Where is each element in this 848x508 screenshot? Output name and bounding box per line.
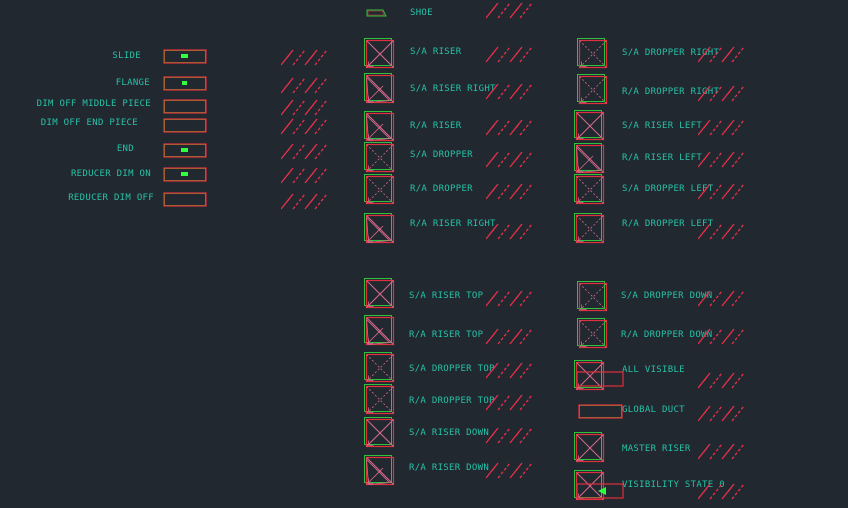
hatch-sa-riser-left xyxy=(698,118,744,136)
hatch-sa-riser-top xyxy=(486,289,532,307)
ra-riser-top-symbol[interactable] xyxy=(364,315,398,349)
hatch-sa-dropper xyxy=(486,150,532,168)
label-ra-riser: R/A RISER xyxy=(410,121,462,131)
ra-riser-symbol[interactable] xyxy=(364,111,398,145)
sa-riser-symbol[interactable] xyxy=(364,38,398,72)
reducer-dim-on-block[interactable] xyxy=(163,167,208,183)
hatch-dim-mid xyxy=(281,98,327,116)
label-sa-riser-top: S/A RISER TOP xyxy=(409,291,484,301)
hatch-all-visible xyxy=(698,371,744,389)
label-sa-riser-down: S/A RISER DOWN xyxy=(409,428,490,438)
label-ra-dropper: R/A DROPPER xyxy=(410,184,473,194)
slide-block[interactable] xyxy=(163,49,208,65)
hatch-sa-dropper-down xyxy=(698,289,744,307)
label-ra-dropper-top: R/A DROPPER TOP xyxy=(409,396,495,406)
label-sa-dropper: S/A DROPPER xyxy=(410,150,473,160)
label-ra-riser-down: R/A RISER DOWN xyxy=(409,463,490,473)
label-sa-riser-right: S/A RISER RIGHT xyxy=(410,84,496,94)
label-dim-off-end-piece: DIM OFF END PIECE xyxy=(40,118,138,128)
label-shoe: SHOE xyxy=(410,8,433,18)
hatch-end xyxy=(281,142,327,160)
hatch-sa-riser-down xyxy=(486,426,532,444)
hatch-flange xyxy=(281,76,327,94)
ra-dropper-right-symbol[interactable] xyxy=(577,74,611,108)
dim-off-middle-block[interactable] xyxy=(163,99,208,115)
label-ra-riser-left: R/A RISER LEFT xyxy=(622,153,703,163)
label-ra-riser-right: R/A RISER RIGHT xyxy=(410,219,496,229)
label-master-riser: MASTER RISER xyxy=(622,444,691,454)
sa-dropper-down-symbol[interactable] xyxy=(577,281,611,315)
hatch-ra-dropper-left xyxy=(698,222,744,240)
label-reducer-dim-on: REDUCER DIM ON xyxy=(70,169,151,179)
shoe-symbol[interactable] xyxy=(366,9,388,18)
label-ra-riser-top: R/A RISER TOP xyxy=(409,330,484,340)
hatch-ra-riser-down xyxy=(486,461,532,479)
sa-dropper-symbol[interactable] xyxy=(364,142,398,176)
label-all-visible: ALL VISIBLE xyxy=(622,365,685,375)
label-sa-riser-left: S/A RISER LEFT xyxy=(622,121,703,131)
label-sa-dropper-top: S/A DROPPER TOP xyxy=(409,364,495,374)
ra-riser-right-symbol[interactable] xyxy=(364,213,398,247)
sa-riser-top-symbol[interactable] xyxy=(364,278,398,312)
hatch-red-off xyxy=(281,192,327,210)
sa-riser-left-symbol[interactable] xyxy=(574,110,608,144)
ra-dropper-left-symbol[interactable] xyxy=(574,213,608,247)
all-visible-overlay xyxy=(576,371,626,389)
hatch-sa-dropper-top xyxy=(486,361,532,379)
hatch-ra-dropper-top xyxy=(486,393,532,411)
visibility-state-0-overlay xyxy=(576,483,626,501)
hatch-dim-end xyxy=(281,117,327,135)
hatch-sa-riser xyxy=(486,45,532,63)
ra-riser-left-symbol[interactable] xyxy=(574,143,608,177)
ra-dropper-top-symbol[interactable] xyxy=(364,384,398,418)
global-duct-block[interactable] xyxy=(578,404,624,420)
sa-dropper-top-symbol[interactable] xyxy=(364,352,398,386)
hatch-ra-riser-right xyxy=(486,222,532,240)
sa-dropper-left-symbol[interactable] xyxy=(574,174,608,208)
label-dim-off-middle-piece: DIM OFF MIDDLE PIECE xyxy=(36,99,151,109)
label-sa-riser: S/A RISER xyxy=(410,47,462,57)
hatch-sa-riser-right xyxy=(486,82,532,100)
hatch-ra-dropper-right xyxy=(698,84,744,102)
hatch-sa-dropper-left xyxy=(698,182,744,200)
label-slide: SLIDE xyxy=(112,51,141,61)
hatch-shoe xyxy=(486,1,532,19)
hatch-global-duct xyxy=(698,404,744,422)
ra-riser-down-symbol[interactable] xyxy=(364,455,398,489)
hatch-visibility-state-0 xyxy=(698,482,744,500)
hatch-slide xyxy=(281,48,327,66)
sa-dropper-right-symbol[interactable] xyxy=(577,38,611,72)
flange-block[interactable] xyxy=(163,76,208,92)
dim-off-end-block[interactable] xyxy=(163,118,208,134)
end-block[interactable] xyxy=(163,143,208,159)
label-reducer-dim-off: REDUCER DIM OFF xyxy=(68,193,154,203)
ra-dropper-down-symbol[interactable] xyxy=(577,318,611,352)
sa-riser-right-symbol[interactable] xyxy=(364,73,398,107)
hatch-ra-riser-left xyxy=(698,150,744,168)
hatch-master-riser xyxy=(698,442,744,460)
hatch-sa-dropper-right xyxy=(698,45,744,63)
hatch-ra-dropper xyxy=(486,182,532,200)
hatch-ra-riser-top xyxy=(486,327,532,345)
hatch-ra-riser xyxy=(486,118,532,136)
sa-riser-down-symbol[interactable] xyxy=(364,417,398,451)
label-end: END xyxy=(116,144,134,154)
hatch-ra-dropper-down xyxy=(698,327,744,345)
label-global-duct: GLOBAL DUCT xyxy=(622,405,685,415)
master-riser-symbol[interactable] xyxy=(574,432,608,466)
hatch-red-on xyxy=(281,166,327,184)
ra-dropper-symbol[interactable] xyxy=(364,174,398,208)
reducer-dim-off-block[interactable] xyxy=(163,192,208,208)
label-flange: FLANGE xyxy=(115,78,150,88)
